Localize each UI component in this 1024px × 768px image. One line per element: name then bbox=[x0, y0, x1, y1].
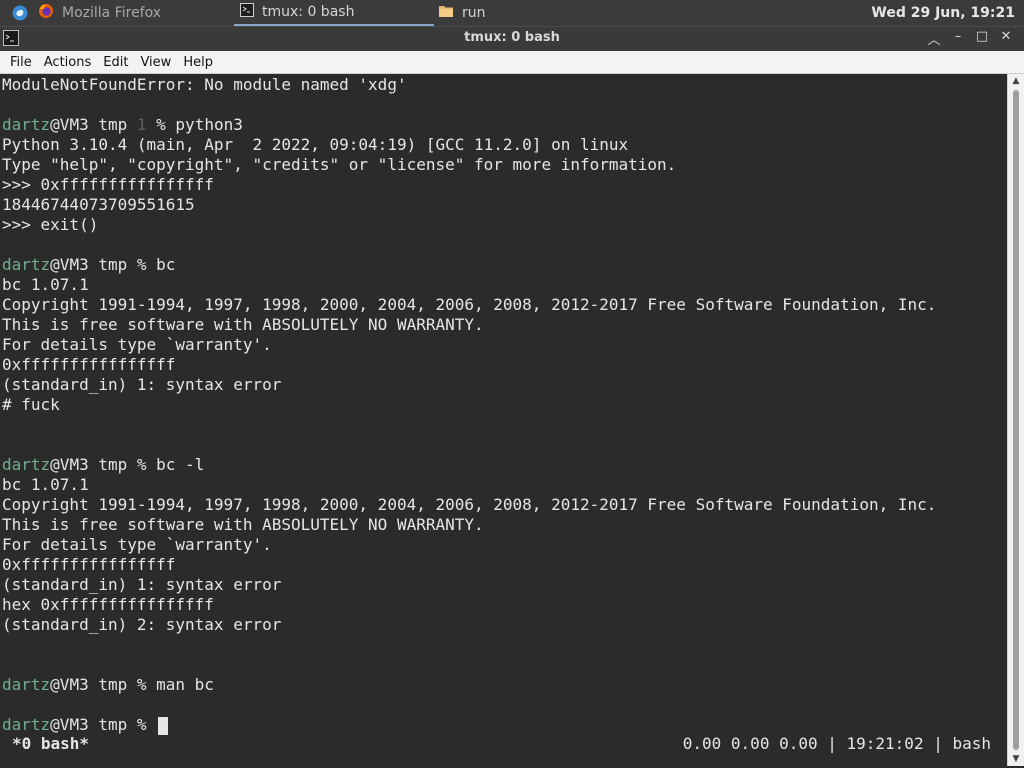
taskbar-item-run[interactable]: run bbox=[438, 0, 486, 26]
prompt-host-dir: @VM3 tmp bbox=[50, 715, 137, 734]
terminal-line: Copyright 1991-1994, 1997, 1998, 2000, 2… bbox=[2, 295, 937, 314]
terminal-scrollbar[interactable]: ▲ ▼ bbox=[1007, 74, 1024, 766]
taskbar-item-tmux-label: tmux: 0 bash bbox=[262, 4, 355, 20]
terminal-line: # fuck bbox=[2, 395, 60, 414]
terminal-output[interactable]: ModuleNotFoundError: No module named 'xd… bbox=[0, 74, 1007, 766]
menu-edit[interactable]: Edit bbox=[97, 55, 134, 70]
terminal-line: For details type `warranty'. bbox=[2, 535, 272, 554]
prompt-host-dir: @VM3 tmp bbox=[50, 455, 137, 474]
minimize-button[interactable]: – bbox=[946, 29, 970, 48]
close-button[interactable]: ✕ bbox=[994, 29, 1018, 48]
terminal-line: bc 1.07.1 bbox=[2, 275, 89, 294]
chevron-up-icon[interactable]: ︿ bbox=[922, 29, 946, 48]
terminal-line: >>> exit() bbox=[2, 215, 99, 234]
taskbar-item-firefox[interactable]: Mozilla Firefox bbox=[38, 0, 161, 26]
prompt-symbol: % bbox=[136, 675, 157, 694]
menu-view[interactable]: View bbox=[134, 55, 177, 70]
prompt-symbol: % bbox=[136, 455, 157, 474]
app-menu-icon[interactable] bbox=[12, 5, 28, 25]
tmux-status-right: 0.00 0.00 0.00 | 19:21:02 | bash bbox=[682, 734, 991, 753]
window-title: tmux: 0 bash bbox=[464, 30, 560, 45]
menu-actions[interactable]: Actions bbox=[38, 55, 98, 70]
terminal-line: >>> 0xffffffffffffffff bbox=[2, 175, 214, 194]
top-panel: Mozilla Firefox tmux: 0 bash run Wed 29 … bbox=[0, 0, 1024, 26]
prompt-user: dartz bbox=[2, 715, 51, 734]
terminal-line: ModuleNotFoundError: No module named 'xd… bbox=[2, 75, 407, 94]
prompt-symbol: % bbox=[136, 715, 157, 734]
folder-icon bbox=[438, 4, 454, 22]
prompt-line: dartz@VM3 tmp % bc -l bbox=[2, 455, 204, 475]
terminal-line: hex 0xffffffffffffffff bbox=[2, 595, 214, 614]
terminal-line: bc 1.07.1 bbox=[2, 475, 89, 494]
terminal-line: For details type `warranty'. bbox=[2, 335, 272, 354]
terminal-line: (standard_in) 2: syntax error bbox=[2, 615, 282, 634]
prompt-user: dartz bbox=[2, 455, 51, 474]
terminal-line: Copyright 1991-1994, 1997, 1998, 2000, 2… bbox=[2, 495, 937, 514]
prompt-line: dartz@VM3 tmp % bc bbox=[2, 255, 175, 275]
prompt-exit-status: 1 bbox=[136, 115, 147, 134]
command-text: man bc bbox=[156, 675, 214, 694]
terminal-line: This is free software with ABSOLUTELY NO… bbox=[2, 515, 484, 534]
prompt-line: dartz@VM3 tmp % man bc bbox=[2, 675, 214, 695]
prompt-user: dartz bbox=[2, 115, 51, 134]
terminal-line: (standard_in) 1: syntax error bbox=[2, 375, 282, 394]
scroll-up-arrow-icon[interactable]: ▲ bbox=[1008, 76, 1024, 86]
taskbar-item-run-label: run bbox=[462, 5, 486, 21]
clock[interactable]: Wed 29 Jun, 19:21 bbox=[871, 0, 1015, 26]
tmux-window-list[interactable]: *0 bash* bbox=[12, 734, 89, 754]
prompt-host-dir: @VM3 tmp bbox=[50, 255, 137, 274]
prompt-user: dartz bbox=[2, 255, 51, 274]
command-text: python3 bbox=[175, 115, 243, 134]
menu-file[interactable]: File bbox=[0, 55, 38, 70]
prompt-symbol: % bbox=[156, 115, 176, 134]
terminal-line: 0xffffffffffffffff bbox=[2, 355, 176, 374]
menu-bar: File Actions Edit View Help bbox=[0, 51, 1024, 74]
terminal-line: 18446744073709551615 bbox=[2, 195, 195, 214]
firefox-icon bbox=[38, 3, 54, 23]
terminal-line: Type "help", "copyright", "credits" or "… bbox=[2, 155, 677, 174]
maximize-button[interactable]: □ bbox=[970, 29, 994, 48]
command-text: bc -l bbox=[156, 455, 205, 474]
prompt-host-dir: @VM3 tmp bbox=[50, 675, 137, 694]
prompt-symbol: % bbox=[136, 255, 157, 274]
terminal-line: Python 3.10.4 (main, Apr 2 2022, 09:04:1… bbox=[2, 135, 629, 154]
text-cursor bbox=[158, 716, 169, 735]
terminal-line: This is free software with ABSOLUTELY NO… bbox=[2, 315, 484, 334]
prompt-host-dir: @VM3 tmp bbox=[50, 115, 137, 134]
window-titlebar[interactable]: tmux: 0 bash ︿ – □ ✕ bbox=[0, 26, 1024, 51]
scrollbar-thumb[interactable] bbox=[1013, 90, 1019, 750]
terminal-line: (standard_in) 1: syntax error bbox=[2, 575, 282, 594]
menu-help[interactable]: Help bbox=[177, 55, 219, 70]
terminal-icon bbox=[240, 3, 254, 21]
scroll-down-arrow-icon[interactable]: ▼ bbox=[1008, 754, 1024, 764]
prompt-user: dartz bbox=[2, 675, 51, 694]
prompt-line-current[interactable]: dartz@VM3 tmp % bbox=[2, 715, 169, 735]
prompt-line: dartz@VM3 tmp 1 % python3 bbox=[2, 115, 243, 135]
terminal-line: 0xffffffffffffffff bbox=[2, 555, 176, 574]
command-text: bc bbox=[156, 255, 176, 274]
taskbar-item-firefox-label: Mozilla Firefox bbox=[62, 5, 162, 21]
taskbar-item-tmux[interactable]: tmux: 0 bash bbox=[234, 0, 434, 26]
